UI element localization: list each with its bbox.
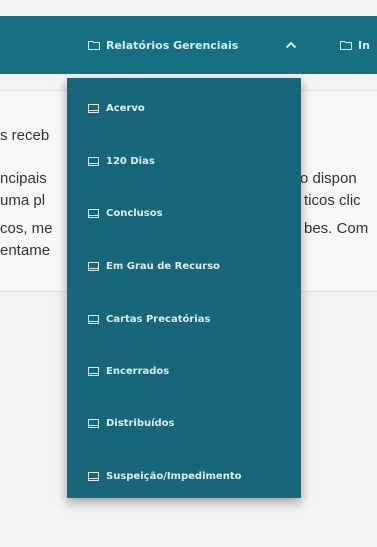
content-text-line: cos, me (0, 220, 53, 237)
chart-icon (88, 208, 99, 218)
menu-item-label: Cartas Precatórias (106, 313, 211, 325)
nav-relatorios-gerenciais[interactable]: Relatórios Gerenciais (88, 16, 238, 74)
chart-icon (88, 156, 99, 166)
top-navbar: Relatórios Gerenciais In (0, 16, 377, 74)
menu-item-suspeicao-impedimento[interactable]: Suspeição/Impedimento (67, 461, 301, 491)
chart-icon (88, 418, 99, 428)
folder-icon (340, 41, 352, 50)
content-text-line: s receb (0, 127, 50, 144)
chart-icon (88, 103, 99, 113)
menu-item-acervo[interactable]: Acervo (67, 93, 301, 123)
menu-item-label: Conclusos (106, 207, 163, 219)
content-text-line: ticos clic (304, 192, 361, 209)
menu-item-label: Suspeição/Impedimento (106, 470, 242, 482)
menu-item-encerrados[interactable]: Encerrados (67, 356, 301, 386)
top-strip (0, 0, 377, 16)
content-text-line: entame (0, 242, 51, 259)
content-text-line: ncipais (0, 170, 47, 187)
nav-next-menu[interactable]: In (340, 16, 370, 74)
chart-icon (88, 471, 99, 481)
menu-item-label: Em Grau de Recurso (106, 260, 220, 272)
content-text-line: bes. Com (304, 220, 369, 237)
chart-icon (88, 366, 99, 376)
menu-item-label: Encerrados (106, 365, 170, 377)
menu-item-conclusos[interactable]: Conclusos (67, 198, 301, 228)
chevron-up-icon[interactable] (284, 38, 298, 52)
nav-next-label: In (358, 38, 370, 52)
menu-item-label: Acervo (106, 102, 145, 114)
nav-relatorios-label: Relatórios Gerenciais (106, 38, 239, 52)
menu-item-distribuidos[interactable]: Distribuídos (67, 408, 301, 438)
menu-item-120-dias[interactable]: 120 Dias (67, 146, 301, 176)
menu-item-label: Distribuídos (106, 417, 175, 429)
relatorios-dropdown-menu: Acervo 120 Dias Conclusos Em Grau de Rec… (67, 78, 301, 498)
menu-item-cartas-precatorias[interactable]: Cartas Precatórias (67, 304, 301, 334)
menu-item-label: 120 Dias (106, 155, 155, 167)
chart-icon (88, 261, 99, 271)
chart-icon (88, 314, 99, 324)
folder-icon (88, 41, 100, 50)
menu-item-em-grau-de-recurso[interactable]: Em Grau de Recurso (67, 251, 301, 281)
content-text-line: o dispon (300, 170, 357, 187)
content-text-line: uma pl (0, 192, 46, 209)
